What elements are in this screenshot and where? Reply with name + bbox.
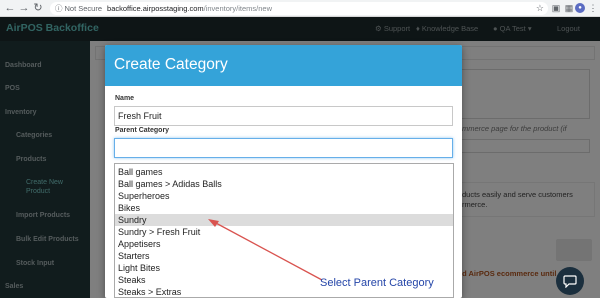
annotation-text: Select Parent Category xyxy=(320,277,434,289)
name-input[interactable] xyxy=(114,106,453,126)
dropdown-option[interactable]: Sundry > Fresh Fruit xyxy=(115,226,453,238)
security-label: Not Secure xyxy=(64,4,103,13)
url-domain: backoffice.airposstaging.com xyxy=(107,4,204,13)
cast-icon[interactable]: ▣ xyxy=(551,3,561,13)
chat-bubble-icon xyxy=(563,275,577,288)
extension-icon[interactable]: ▦ xyxy=(564,3,574,13)
dropdown-option[interactable]: Appetisers xyxy=(115,238,453,250)
dropdown-option[interactable]: Starters xyxy=(115,250,453,262)
url-path: /inventory/items/new xyxy=(203,4,272,13)
dropdown-option[interactable]: Ball games > Adidas Balls xyxy=(115,178,453,190)
modal-header: Create Category xyxy=(105,45,462,86)
dropdown-option[interactable]: Ball games xyxy=(115,166,453,178)
profile-avatar-icon[interactable]: ● xyxy=(575,3,585,13)
bookmark-star-icon[interactable]: ☆ xyxy=(536,2,544,15)
dropdown-option[interactable]: Superheroes xyxy=(115,190,453,202)
browser-toolbar: ← → ↻ ⓘ Not Secure backoffice.airposstagin… xyxy=(0,0,600,17)
chat-launcher-button[interactable] xyxy=(556,267,584,295)
dropdown-option[interactable]: Light Bites xyxy=(115,262,453,274)
parent-category-label: Parent Category xyxy=(115,127,170,134)
name-label: Name xyxy=(115,95,135,102)
info-icon[interactable]: ⓘ xyxy=(55,4,63,13)
menu-kebab-icon[interactable]: ⋮ xyxy=(588,3,598,13)
address-bar[interactable]: ⓘ Not Secure backoffice.airposstaging.com/… xyxy=(50,2,548,15)
dropdown-option[interactable]: Bikes xyxy=(115,202,453,214)
parent-category-input[interactable] xyxy=(114,138,453,158)
modal-title: Create Category xyxy=(114,56,228,73)
forward-arrow-icon[interactable]: → xyxy=(18,2,30,14)
reload-icon[interactable]: ↻ xyxy=(32,2,44,14)
dropdown-option-highlighted[interactable]: Sundry xyxy=(115,214,453,226)
back-arrow-icon[interactable]: ← xyxy=(4,2,16,14)
